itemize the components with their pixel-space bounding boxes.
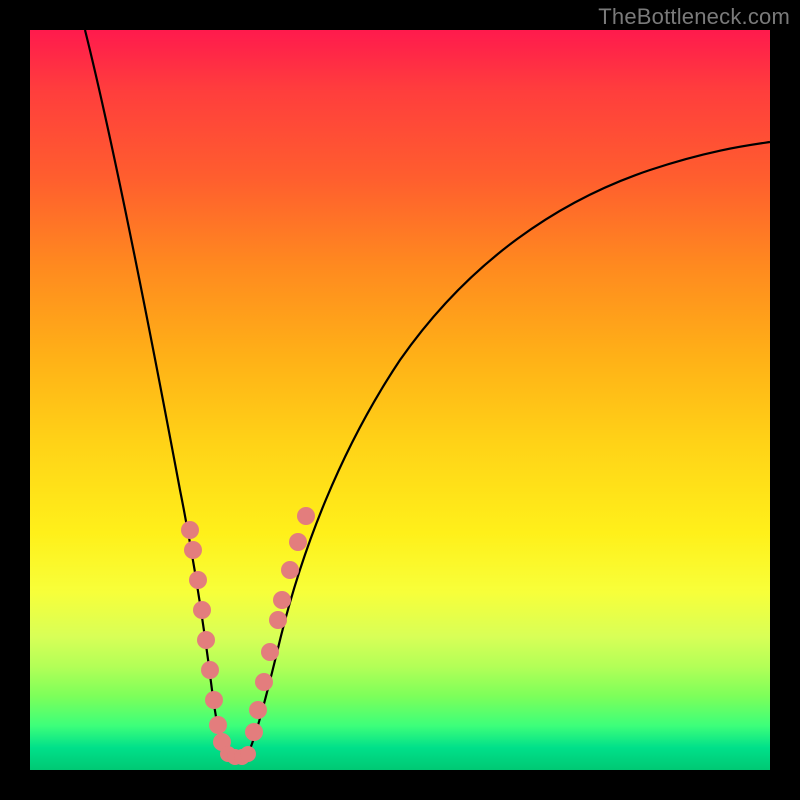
curve-right-limb: [248, 142, 770, 754]
dot-right: [289, 533, 307, 551]
watermark-text: TheBottleneck.com: [598, 4, 790, 30]
marker-dots: [181, 507, 315, 765]
dot-left: [197, 631, 215, 649]
plot-area: [30, 30, 770, 770]
dot-left: [205, 691, 223, 709]
dot-right: [281, 561, 299, 579]
dot-left: [181, 521, 199, 539]
dot-right: [269, 611, 287, 629]
dot-right: [297, 507, 315, 525]
dot-right: [255, 673, 273, 691]
chart-frame: TheBottleneck.com: [0, 0, 800, 800]
dot-left: [193, 601, 211, 619]
dot-right: [261, 643, 279, 661]
dot-left: [189, 571, 207, 589]
dot-right: [245, 723, 263, 741]
dot-valley: [240, 746, 256, 762]
chart-svg: [30, 30, 770, 770]
curve-group: [85, 30, 770, 759]
dot-right: [249, 701, 267, 719]
dot-right: [273, 591, 291, 609]
dot-left: [201, 661, 219, 679]
dot-left: [209, 716, 227, 734]
dot-left: [184, 541, 202, 559]
